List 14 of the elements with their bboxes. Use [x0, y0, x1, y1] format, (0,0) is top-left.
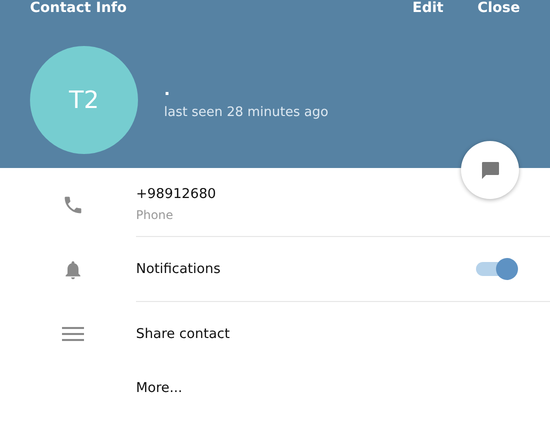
- message-button[interactable]: [461, 141, 519, 199]
- header-link[interactable]: Close: [477, 0, 520, 16]
- menu-item[interactable]: Share contact: [136, 326, 518, 342]
- notifications-toggle[interactable]: [476, 258, 518, 280]
- avatar: T2: [30, 46, 138, 154]
- row-caption: Phone: [136, 208, 174, 222]
- phone-number: +98912680: [136, 186, 218, 202]
- menu-item[interactable]: More...: [136, 380, 518, 396]
- last-seen-status: last seen 28 minutes ago: [164, 105, 328, 120]
- contact-name: .: [164, 80, 172, 99]
- row-label: Notifications: [136, 261, 222, 277]
- panel-title: Contact Info: [30, 0, 128, 16]
- header-link[interactable]: Edit: [412, 0, 444, 16]
- menu-icon: [62, 326, 84, 342]
